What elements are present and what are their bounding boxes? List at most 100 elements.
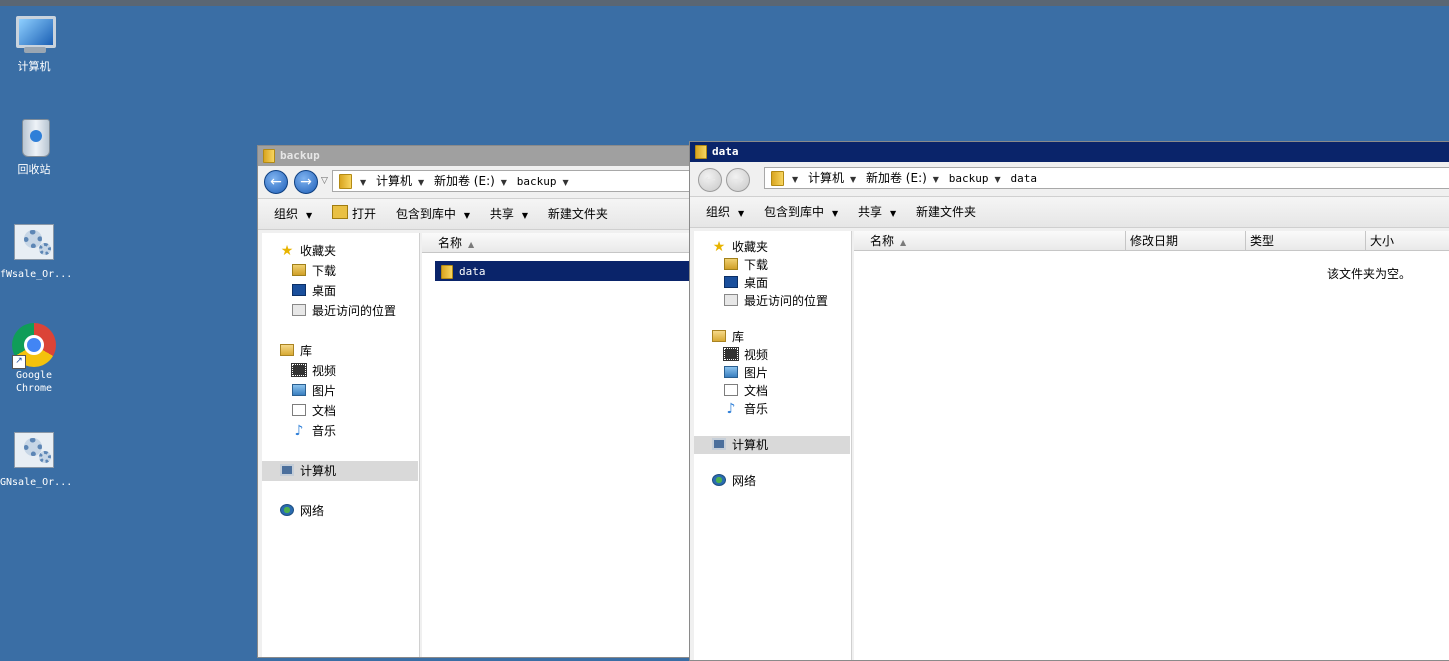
nav-network[interactable]: 网络 (712, 471, 756, 491)
nav-downloads[interactable]: 下载 (292, 261, 336, 281)
column-header-type[interactable]: 类型 (1246, 231, 1366, 251)
recent-pages-dropdown[interactable]: ▽ (321, 176, 328, 186)
computer-icon (712, 438, 726, 450)
explorer-window-backup[interactable]: backup ← → ▽ ▼ 计算机 ▼ 新加卷 (E:) ▼ backup ▼ 组织… (257, 145, 697, 658)
computer-icon (12, 14, 56, 58)
recycle-bin-icon (12, 117, 56, 161)
breadcrumb-chevron-icon[interactable]: ▼ (850, 175, 856, 184)
settings-shortcut-icon (12, 430, 56, 474)
column-header-size[interactable]: 大小 (1366, 231, 1449, 251)
empty-folder-message: 该文件夹为空。 (1327, 267, 1412, 281)
desktop-icon-computer[interactable]: 计算机 (0, 14, 68, 73)
pictures-icon (724, 366, 738, 378)
desktop-icon-google-chrome[interactable]: ↗ Google Chrome (0, 323, 68, 395)
nav-music[interactable]: ♪ 音乐 (292, 421, 336, 441)
new-folder-button[interactable]: 新建文件夹 (540, 199, 616, 229)
desktop-icon-label-line2: Chrome (15, 383, 53, 394)
breadcrumb-chevron-icon[interactable]: ▼ (360, 178, 366, 187)
nav-recent-places[interactable]: 最近访问的位置 (724, 291, 828, 311)
navigation-pane: ★ 收藏夹 下载 桌面 最近访问的位置 库 视频 图片 文档 ♪ 音乐 计算机 网络 (694, 231, 852, 660)
top-edge-strip (0, 0, 1449, 6)
desktop-icon-label: 计算机 (17, 60, 51, 73)
address-row: ← → ▽ ▼ 计算机 ▼ 新加卷 (E:) ▼ backup ▼ (258, 166, 696, 199)
nav-music[interactable]: ♪ 音乐 (724, 399, 768, 419)
breadcrumb-item[interactable]: 计算机 (808, 171, 844, 185)
nav-recent-places[interactable]: 最近访问的位置 (292, 301, 396, 321)
organize-menu[interactable]: 组织 ▼ (698, 197, 752, 229)
file-list: 名称 ▲ data (422, 233, 696, 657)
nav-downloads[interactable]: 下载 (724, 255, 768, 275)
nav-computer[interactable]: 计算机 (694, 436, 850, 454)
explorer-window-data[interactable]: data ← → ▼ 计算机 ▼ 新加卷 (E:) ▼ backup ▼ data 组… (689, 141, 1449, 661)
address-bar[interactable]: ▼ 计算机 ▼ 新加卷 (E:) ▼ backup ▼ (332, 170, 696, 192)
column-header-name[interactable]: 名称 ▲ (854, 231, 1126, 251)
desktop-icon-fwsale[interactable]: fWsale_Or... (0, 222, 72, 281)
share-menu[interactable]: 共享 ▼ (850, 197, 904, 229)
desktop-icon (724, 276, 738, 288)
nav-documents[interactable]: 文档 (724, 381, 768, 401)
breadcrumb-chevron-icon[interactable]: ▼ (501, 178, 507, 187)
chevron-down-icon: ▼ (832, 209, 839, 218)
nav-network[interactable]: 网络 (280, 501, 324, 521)
file-list: 名称 ▲ 修改日期 类型 大小 该文件夹为空。 (854, 231, 1449, 660)
computer-icon (280, 464, 294, 476)
star-icon: ★ (712, 239, 726, 255)
nav-pictures[interactable]: 图片 (724, 363, 768, 383)
share-menu[interactable]: 共享 ▼ (482, 199, 536, 231)
folder-icon (441, 264, 453, 279)
desktop-icon-label: Google (15, 370, 53, 381)
nav-favorites[interactable]: ★ 收藏夹 (280, 241, 336, 261)
document-icon (292, 404, 306, 416)
nav-computer[interactable]: 计算机 (262, 461, 418, 481)
nav-videos[interactable]: 视频 (291, 361, 336, 381)
breadcrumb-item[interactable]: 计算机 (376, 174, 412, 188)
recent-places-icon (724, 294, 738, 306)
breadcrumb-item[interactable]: backup (949, 172, 989, 185)
nav-libraries[interactable]: 库 (280, 341, 312, 361)
desktop-icon-gnsale[interactable]: GNsale_Or... (0, 430, 72, 489)
nav-desktop[interactable]: 桌面 (724, 273, 768, 293)
nav-pictures[interactable]: 图片 (292, 381, 336, 401)
chrome-icon: ↗ (12, 323, 56, 369)
organize-menu[interactable]: 组织 ▼ (266, 199, 320, 231)
address-row: ← → ▼ 计算机 ▼ 新加卷 (E:) ▼ backup ▼ data (690, 162, 1449, 197)
new-folder-button[interactable]: 新建文件夹 (908, 197, 984, 227)
forward-button[interactable]: → (726, 168, 750, 192)
command-toolbar: 组织 ▼ 打开 包含到库中 ▼ 共享 ▼ 新建文件夹 (258, 199, 696, 230)
nav-videos[interactable]: 视频 (723, 345, 768, 365)
chevron-down-icon: ▼ (306, 211, 313, 220)
nav-desktop[interactable]: 桌面 (292, 281, 336, 301)
title-bar[interactable]: backup (258, 146, 696, 166)
window-title: backup (280, 149, 320, 162)
open-button[interactable]: 打开 (324, 199, 384, 229)
breadcrumb-chevron-icon[interactable]: ▼ (933, 175, 939, 184)
include-in-library-menu[interactable]: 包含到库中 ▼ (388, 199, 478, 231)
title-bar[interactable]: data (690, 142, 1449, 162)
address-bar[interactable]: ▼ 计算机 ▼ 新加卷 (E:) ▼ backup ▼ data (764, 167, 1449, 189)
star-icon: ★ (280, 243, 294, 259)
breadcrumb-chevron-icon[interactable]: ▼ (563, 178, 569, 187)
nav-libraries[interactable]: 库 (712, 327, 744, 347)
breadcrumb-item[interactable]: 新加卷 (E:) (866, 171, 927, 185)
nav-documents[interactable]: 文档 (292, 401, 336, 421)
desktop-icon-recycle-bin[interactable]: 回收站 (0, 117, 68, 176)
breadcrumb-chevron-icon[interactable]: ▼ (792, 175, 798, 184)
desktop-icon-label: 回收站 (17, 163, 51, 176)
navigation-pane: ★ 收藏夹 下载 桌面 最近访问的位置 库 视频 图片 文档 ♪ 音乐 计算机 网络 (262, 233, 420, 657)
breadcrumb-chevron-icon[interactable]: ▼ (995, 175, 1001, 184)
breadcrumb-chevron-icon[interactable]: ▼ (418, 178, 424, 187)
include-in-library-menu[interactable]: 包含到库中 ▼ (756, 197, 846, 229)
breadcrumb-item[interactable]: backup (517, 175, 557, 188)
forward-button[interactable]: → (294, 170, 318, 194)
music-note-icon: ♪ (294, 423, 304, 439)
back-button[interactable]: ← (264, 170, 288, 194)
breadcrumb-item[interactable]: data (1011, 172, 1038, 185)
column-header-modified[interactable]: 修改日期 (1126, 231, 1246, 251)
column-header-name[interactable]: 名称 ▲ (422, 233, 696, 253)
folder-icon (339, 174, 352, 189)
nav-favorites[interactable]: ★ 收藏夹 (712, 237, 768, 257)
breadcrumb-item[interactable]: 新加卷 (E:) (434, 174, 495, 188)
chevron-down-icon: ▼ (890, 209, 897, 218)
list-item[interactable]: data (435, 261, 696, 281)
back-button[interactable]: ← (698, 168, 722, 192)
